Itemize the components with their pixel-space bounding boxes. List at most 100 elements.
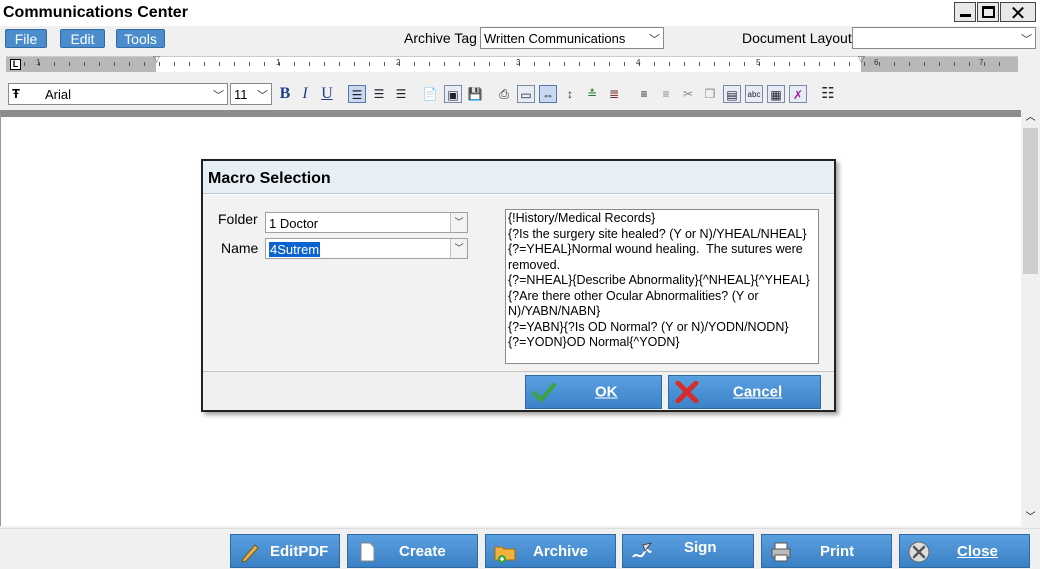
create-label: Create xyxy=(399,543,446,560)
ruler-tick xyxy=(984,62,985,66)
ruler-tick xyxy=(744,62,745,66)
ruler-tick xyxy=(174,62,175,66)
image-icon[interactable]: ▦ xyxy=(767,85,785,103)
create-button[interactable]: Create xyxy=(347,534,478,568)
editpdf-label: EditPDF xyxy=(270,543,329,560)
editpdf-button[interactable]: EditPDF xyxy=(230,534,340,568)
ruler-tick xyxy=(339,62,340,66)
ok-button-label: OK xyxy=(595,383,618,401)
cancel-button-label: Cancel xyxy=(733,383,783,401)
align-right-icon[interactable]: ☰ xyxy=(392,85,410,103)
ruler-tick xyxy=(819,62,820,66)
archive-button[interactable]: Archive xyxy=(485,534,616,568)
ok-button[interactable]: OK xyxy=(525,375,662,409)
ruler-tick xyxy=(939,62,940,66)
name-select[interactable]: 4Sutrem ﹀ xyxy=(265,238,468,259)
print-label: Print xyxy=(820,543,855,560)
align-left-icon[interactable]: ☰ xyxy=(348,85,366,103)
ruler-tick xyxy=(609,62,610,66)
chevron-down-icon: ﹀ xyxy=(213,90,224,102)
checkmark-icon xyxy=(532,383,556,402)
close-window-button[interactable]: ✕ xyxy=(1000,2,1036,25)
print-preview-icon[interactable]: ▭ xyxy=(517,85,535,103)
ruler-tick xyxy=(789,62,790,66)
ruler-tick xyxy=(414,62,415,66)
tab-stop-icon[interactable]: L xyxy=(10,59,21,70)
cancel-x-icon xyxy=(675,381,699,403)
menu-tools[interactable]: Tools xyxy=(116,29,165,48)
menu-file[interactable]: File xyxy=(5,29,47,48)
justify-icon[interactable]: ≡ xyxy=(635,85,653,103)
paste-icon[interactable]: ▤ xyxy=(723,85,741,103)
ruler-tick xyxy=(699,62,700,66)
folder-add-icon xyxy=(494,546,516,563)
delete-line-icon[interactable]: ≣ xyxy=(605,85,623,103)
ruler-tick xyxy=(129,62,130,66)
print-button[interactable]: Print xyxy=(761,534,892,568)
new-document-icon xyxy=(360,542,375,562)
insert-line-icon[interactable]: ≛ xyxy=(583,85,601,103)
folder-select[interactable]: 1 Doctor ﹀ xyxy=(265,212,468,233)
save-icon[interactable]: 💾 xyxy=(466,85,484,103)
cut-icon[interactable]: ✂ xyxy=(679,85,697,103)
line-spacing-icon[interactable]: ↕ xyxy=(561,85,579,103)
macro-preview-text[interactable]: {!History/Medical Records} {?Is the surg… xyxy=(505,209,819,364)
ruler-tick xyxy=(894,62,895,66)
page-width-icon[interactable]: ⇔ xyxy=(539,85,557,103)
ruler-tick xyxy=(114,62,115,66)
print-icon[interactable]: ⎙ xyxy=(495,85,513,103)
cancel-button[interactable]: Cancel xyxy=(668,375,821,409)
ruler[interactable]: L 1 1 2 3 4 5 6 7 ▽ ▽ xyxy=(6,54,1018,72)
document-layout-select[interactable]: ﹀ xyxy=(852,27,1036,49)
minimize-button[interactable] xyxy=(954,2,976,22)
ruler-tick xyxy=(219,62,220,66)
ruler-tick xyxy=(99,62,100,66)
title-bar: Communications Center ✕ xyxy=(0,0,1040,26)
right-indent-marker-icon[interactable]: ▽ xyxy=(858,54,865,65)
scroll-down-icon[interactable]: ﹀ xyxy=(1021,510,1040,526)
open-icon[interactable]: ▣ xyxy=(444,85,462,103)
underline-button[interactable]: U xyxy=(318,85,336,103)
scrollbar-thumb[interactable] xyxy=(1023,128,1038,274)
font-name-select[interactable]: Ŧ Arial ﹀ xyxy=(8,83,228,105)
ruler-tick xyxy=(264,62,265,66)
sign-button[interactable]: Sign xyxy=(622,534,754,568)
close-button[interactable]: Close xyxy=(899,534,1030,568)
ruler-tick xyxy=(324,62,325,66)
ruler-tick xyxy=(849,62,850,66)
bold-button[interactable]: B xyxy=(276,85,294,103)
font-name-value: Arial xyxy=(45,87,72,102)
vertical-scrollbar[interactable]: ︿ ﹀ xyxy=(1021,110,1040,526)
ruler-number: 4 xyxy=(636,58,641,67)
chevron-down-icon: ﹀ xyxy=(450,239,467,258)
abc-icon[interactable]: abc xyxy=(745,85,763,103)
archive-tag-value: Written Communications xyxy=(484,31,626,46)
list-gray-icon[interactable]: ≡ xyxy=(657,85,675,103)
ruler-number: 1 xyxy=(36,58,41,67)
copy-icon[interactable]: ❐ xyxy=(701,85,719,103)
format-toolbar: Ŧ Arial ﹀ 11 ﹀ B I U ☰ ☰ ☰ 📄 ▣ 💾 ⎙ ▭ ⇔ ↕… xyxy=(0,80,1040,108)
folder-label: Folder xyxy=(218,211,258,227)
align-center-icon[interactable]: ☰ xyxy=(370,85,388,103)
maximize-icon xyxy=(982,6,995,18)
close-circle-icon xyxy=(908,541,930,563)
pencil-icon xyxy=(241,544,259,563)
italic-button[interactable]: I xyxy=(296,85,314,103)
ruler-number: 3 xyxy=(516,58,521,67)
ruler-tick xyxy=(234,62,235,66)
close-label: Close xyxy=(957,543,998,560)
maximize-button[interactable] xyxy=(977,2,999,22)
spellcheck-icon[interactable]: ✗ xyxy=(789,85,807,103)
ruler-tick xyxy=(189,62,190,66)
archive-tag-select[interactable]: Written Communications ﹀ xyxy=(480,27,664,49)
bullet-list-icon[interactable]: ☷ xyxy=(819,85,837,103)
font-size-select[interactable]: 11 ﹀ xyxy=(230,83,272,105)
indent-marker-icon[interactable]: ▽ xyxy=(153,54,160,65)
ruler-tick xyxy=(954,62,955,66)
ruler-tick xyxy=(909,62,910,66)
new-icon[interactable]: 📄 xyxy=(421,85,439,103)
scroll-up-icon[interactable]: ︿ xyxy=(1021,110,1040,126)
chevron-down-icon: ﹀ xyxy=(450,213,467,232)
menu-edit[interactable]: Edit xyxy=(60,29,105,48)
dialog-footer: OK Cancel xyxy=(203,371,834,410)
